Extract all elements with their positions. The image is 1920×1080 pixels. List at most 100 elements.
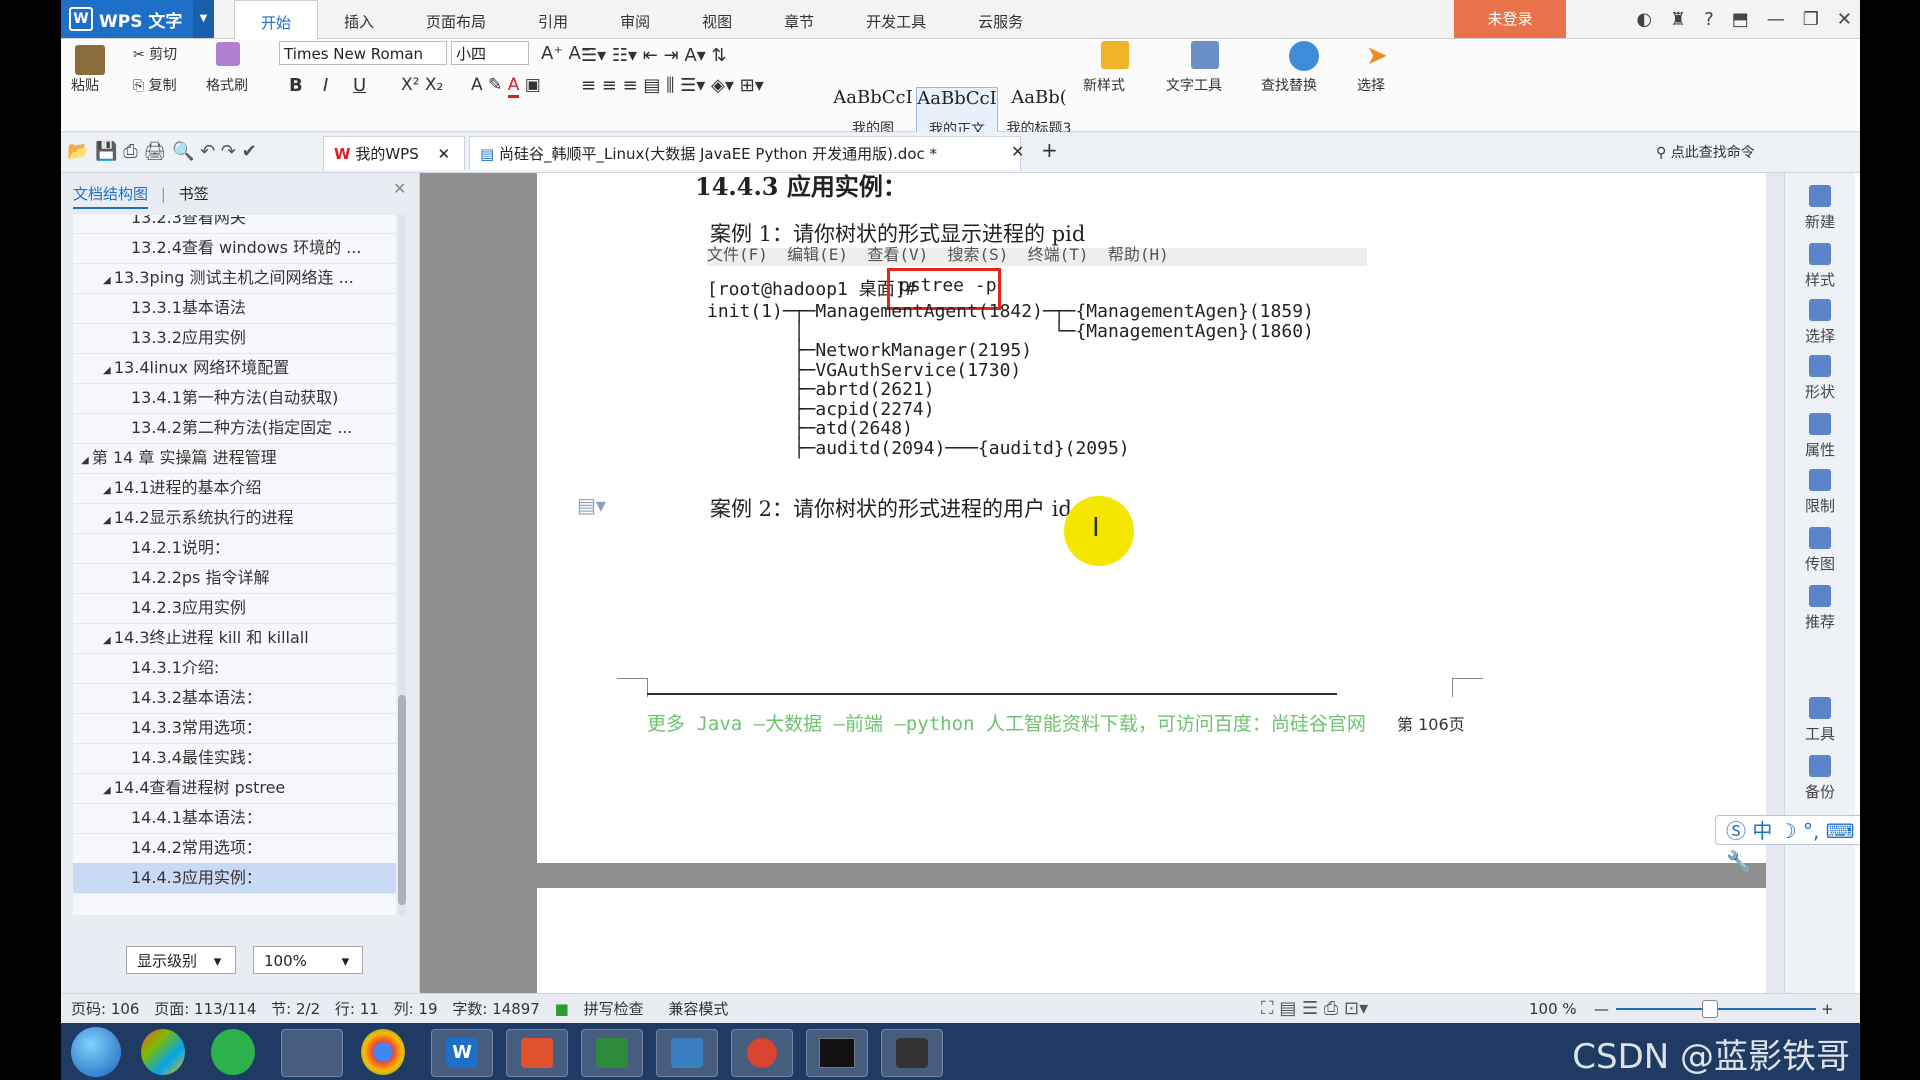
help-icon[interactable]: ? xyxy=(1704,9,1714,30)
tab-chapter[interactable]: 章节 xyxy=(758,0,840,38)
tab-insert[interactable]: 插入 xyxy=(318,0,400,38)
text-effects-icon[interactable]: A ✎ A ▣ xyxy=(471,75,541,98)
outline-item[interactable]: 13.4.2第二种方法(指定固定 ... xyxy=(73,413,396,444)
virtual-machine-icon[interactable] xyxy=(656,1029,718,1077)
ime-mode[interactable]: 中 xyxy=(1752,819,1772,843)
format-painter-button[interactable]: 格式刷 xyxy=(206,75,248,95)
close-nav-icon[interactable]: ✕ xyxy=(393,179,406,198)
new-tab-icon[interactable]: + xyxy=(1041,138,1058,162)
tab-my-wps[interactable]: W 我的WPS ✕ xyxy=(323,136,465,170)
new-style-button[interactable]: 新样式 xyxy=(1083,75,1125,95)
close-tab-icon[interactable]: ✕ xyxy=(438,145,451,163)
paste-icon[interactable] xyxy=(75,45,105,75)
expand-arrow-icon[interactable]: ◢ xyxy=(103,635,114,646)
sidebar-item[interactable]: 新建 xyxy=(1785,185,1855,232)
outline-item[interactable]: ◢ 13.3ping 测试主机之间网络连 ... xyxy=(73,263,396,294)
wps-presentation-icon[interactable] xyxy=(506,1029,568,1077)
tab-view[interactable]: 视图 xyxy=(676,0,758,38)
ime-toolbar[interactable]: Ⓢ 中 ☽ °, ⌨ ♙ 🔧 xyxy=(1715,815,1860,873)
case2-paragraph[interactable]: 案例 2：请你树状的形式进程的用户 id xyxy=(710,493,1072,523)
tab-bookmark[interactable]: 书签 xyxy=(179,185,209,203)
outline-item[interactable]: 13.3.2应用实例 xyxy=(73,323,396,354)
wps-spreadsheet-icon[interactable] xyxy=(581,1029,643,1077)
text-tools-button[interactable]: 文字工具 xyxy=(1166,75,1222,95)
format-painter-icon[interactable] xyxy=(216,42,240,66)
sidebar-item[interactable]: 限制 xyxy=(1785,469,1855,516)
outline-item[interactable]: 13.2.4查看 windows 环境的 ... xyxy=(73,233,396,264)
find-replace-icon[interactable] xyxy=(1289,41,1319,71)
list-icons[interactable]: ☰▾ ☷▾ ⇤ ⇥ A▾ ⇅ xyxy=(581,45,727,66)
zoom-slider-thumb[interactable] xyxy=(1702,1000,1718,1018)
cut-button[interactable]: ✂ 剪切 xyxy=(133,44,177,64)
tab-outline[interactable]: 文档结构图 xyxy=(73,185,149,209)
expand-arrow-icon[interactable]: ◢ xyxy=(103,365,114,376)
restore-ribbon-icon[interactable]: ⬒ xyxy=(1732,9,1749,30)
wps-writer-icon[interactable]: W xyxy=(431,1029,493,1077)
outline-item[interactable]: 14.2.3应用实例 xyxy=(73,593,396,624)
outline-item[interactable]: ◢ 第 14 章 实操篇 进程管理 xyxy=(73,443,396,474)
swirl-app-icon[interactable] xyxy=(731,1029,793,1077)
outline-item[interactable]: ◢ 13.4linux 网络环境配置 xyxy=(73,353,396,384)
sidebar-item[interactable]: 备份 xyxy=(1785,755,1855,802)
paste-button[interactable]: 粘贴 xyxy=(71,75,99,95)
document-page[interactable]: 14.4.3 应用实例： 案例 1：请你树状的形式显示进程的 pid 文件(F)… xyxy=(537,172,1784,863)
close-icon[interactable]: ✕ xyxy=(1837,9,1852,30)
tab-references[interactable]: 引用 xyxy=(512,0,594,38)
tab-review[interactable]: 审阅 xyxy=(594,0,676,38)
outline-item[interactable]: 14.3.1介绍: xyxy=(73,653,396,684)
outline-item[interactable]: ◢ 14.1进程的基本介绍 xyxy=(73,473,396,504)
font-size-select[interactable]: 小四 xyxy=(451,41,529,65)
sidebar-item[interactable]: 形状 xyxy=(1785,355,1855,402)
status-words[interactable]: 字数: 14897 xyxy=(452,1000,540,1018)
color-app-icon[interactable] xyxy=(141,1029,185,1075)
sidebar-item[interactable]: 属性 xyxy=(1785,413,1855,460)
skin-icon[interactable]: ◐ xyxy=(1636,9,1652,30)
chrome-icon[interactable] xyxy=(361,1029,405,1075)
spell-check[interactable]: ■ 拼写检查 xyxy=(555,1000,654,1018)
outline-item[interactable]: 14.2.2ps 指令详解 xyxy=(73,563,396,594)
expand-arrow-icon[interactable]: ◢ xyxy=(81,455,92,466)
nav-scroll-thumb[interactable] xyxy=(398,695,406,905)
shirt-icon[interactable]: ♜ xyxy=(1670,9,1686,30)
find-replace-button[interactable]: 查找替换 xyxy=(1261,75,1317,95)
sidebar-item[interactable]: 选择 xyxy=(1785,299,1855,346)
sidebar-item[interactable]: 推荐 xyxy=(1785,585,1855,632)
maximize-icon[interactable]: ❐ xyxy=(1803,9,1819,30)
view-mode-icons[interactable]: ⛶ ▤ ☰ ⎙ ⊡▾ xyxy=(1261,994,1368,1024)
outline-item[interactable]: ◢ 14.4查看进程树 pstree xyxy=(73,773,396,804)
expand-arrow-icon[interactable]: ◢ xyxy=(103,275,114,286)
app-logo[interactable]: W WPS 文字 xyxy=(61,0,214,38)
nav-zoom-dropdown[interactable]: 100% ▾ xyxy=(253,946,363,974)
underline-button[interactable]: U xyxy=(353,75,366,96)
quick-access-icons[interactable]: 📂 💾 ⎙ 🖨 🔍 ↶ ↷ ✔ xyxy=(67,141,257,162)
close-doc-tab-icon[interactable]: ✕ xyxy=(1011,142,1024,161)
tab-home[interactable]: 开始 xyxy=(234,0,319,39)
align-icons[interactable]: ≡ ≡ ≡ ▤ ⫼ ☰▾ ◈▾ ⊞▾ xyxy=(581,75,764,96)
next-page[interactable] xyxy=(537,888,1784,1008)
outline-item[interactable]: ◢ 14.2显示系统执行的进程 xyxy=(73,503,396,534)
ie-icon[interactable] xyxy=(211,1029,255,1075)
sidebar-item[interactable]: 传图 xyxy=(1785,527,1855,574)
explorer-icon[interactable] xyxy=(281,1029,343,1077)
sidebar-item[interactable]: 工具 xyxy=(1785,697,1855,744)
expand-arrow-icon[interactable]: ◢ xyxy=(103,485,114,496)
minimize-icon[interactable]: — xyxy=(1767,9,1785,30)
tab-document[interactable]: ▤ 尚硅谷_韩顺平_Linux(大数据 JavaEE Python 开发通用版)… xyxy=(469,136,1021,170)
text-tools-icon[interactable] xyxy=(1191,41,1219,69)
outline-item[interactable]: 13.4.1第一种方法(自动获取) xyxy=(73,383,396,414)
recorder-icon[interactable] xyxy=(881,1029,943,1077)
app-menu-dropdown-icon[interactable]: ▼ xyxy=(193,0,214,38)
nav-scrollbar[interactable] xyxy=(398,215,406,915)
outline-item[interactable]: 14.4.3应用实例： xyxy=(73,863,396,894)
outline-item[interactable]: 14.4.1基本语法： xyxy=(73,803,396,834)
expand-arrow-icon[interactable]: ◢ xyxy=(103,785,114,796)
document-scrollbar[interactable] xyxy=(1766,173,1784,993)
italic-button[interactable]: I xyxy=(323,75,328,96)
outline-item[interactable]: 14.2.1说明： xyxy=(73,533,396,564)
new-style-icon[interactable] xyxy=(1101,41,1129,69)
superscript-icon[interactable]: X² X₂ xyxy=(401,75,443,95)
select-button[interactable]: 选择 xyxy=(1357,75,1385,95)
sidebar-item[interactable]: 样式 xyxy=(1785,243,1855,290)
outline-item[interactable]: 13.2.3查看网关 xyxy=(73,215,396,234)
tab-page-layout[interactable]: 页面布局 xyxy=(400,0,512,38)
